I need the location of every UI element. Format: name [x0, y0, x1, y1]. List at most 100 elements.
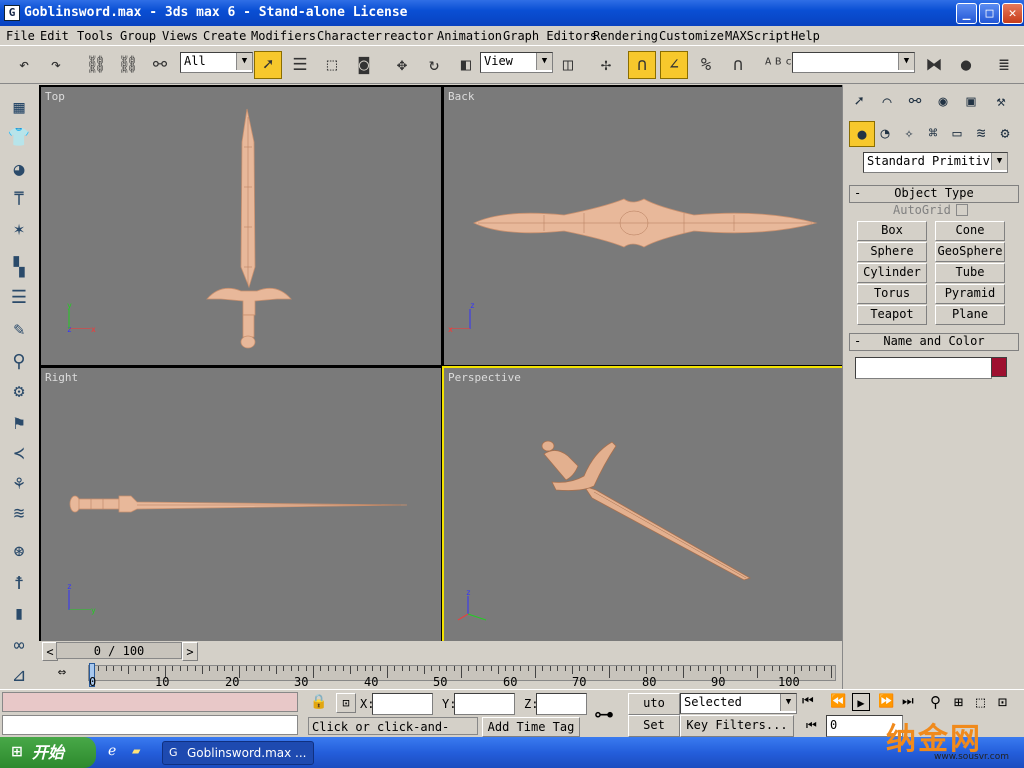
viewport-right[interactable]: Right z y: [39, 366, 443, 648]
box-icon[interactable]: ▦: [6, 95, 32, 121]
geometry-icon[interactable]: ●: [849, 121, 875, 147]
unlink-icon[interactable]: ⛓: [114, 51, 142, 79]
globe-icon[interactable]: ⊛: [6, 539, 32, 565]
select-and-scale-icon[interactable]: ◧: [452, 51, 480, 79]
set-key-button[interactable]: Set Key: [628, 715, 680, 750]
geosphere-button[interactable]: GeoSphere: [935, 242, 1005, 262]
mirror-icon[interactable]: ⧓: [920, 51, 948, 79]
category-dropdown[interactable]: Standard Primitiv ▼: [863, 152, 1008, 173]
autogrid-checkbox[interactable]: [956, 204, 968, 216]
selection-filter-dropdown[interactable]: All ▼: [180, 52, 253, 73]
next-frame-button[interactable]: >: [182, 642, 198, 661]
space-warps-icon[interactable]: ≋: [969, 121, 993, 145]
menu-modifiers[interactable]: Modifiers: [251, 29, 316, 43]
menu-edit[interactable]: Edit: [40, 29, 69, 43]
bind-space-warp-icon[interactable]: ⚯: [146, 51, 174, 79]
absolute-mode-icon[interactable]: ⊡: [336, 693, 356, 713]
lock-icon[interactable]: 🔒: [310, 694, 327, 710]
teapot-button[interactable]: Teapot: [857, 305, 927, 325]
tube-button[interactable]: Tube: [935, 263, 1005, 283]
viewport-back[interactable]: Back z x: [442, 85, 844, 367]
taskbar-item-3dsmax[interactable]: G Goblinsword.max ...: [162, 741, 314, 765]
cone-button[interactable]: Cone: [935, 221, 1005, 241]
play-icon[interactable]: ▶: [852, 693, 870, 711]
undo-icon[interactable]: ↶: [10, 51, 38, 79]
systems-icon[interactable]: ⚙: [993, 121, 1017, 145]
ramp-icon[interactable]: ⊿: [6, 663, 32, 689]
align-icon[interactable]: ●: [952, 51, 980, 79]
named-selection-dropdown[interactable]: ▼: [792, 52, 915, 73]
torus-button[interactable]: Torus: [857, 284, 927, 304]
menu-tools[interactable]: Tools: [77, 29, 113, 43]
menu-help[interactable]: Help: [791, 29, 820, 43]
link-icon[interactable]: ∞: [6, 633, 32, 659]
lights-icon[interactable]: ✧: [897, 121, 921, 145]
zoom-all-icon[interactable]: ⊞: [954, 693, 963, 711]
edit-named-selections-icon[interactable]: ᴬᴮᶜ: [762, 51, 794, 79]
cylinder-button[interactable]: Cylinder: [857, 263, 927, 283]
select-and-link-icon[interactable]: ⛓: [82, 51, 110, 79]
figure-icon[interactable]: ⚘: [6, 471, 32, 497]
select-and-rotate-icon[interactable]: ↻: [420, 51, 448, 79]
layer-manager-icon[interactable]: ≣: [990, 51, 1018, 79]
start-button[interactable]: ⊞ 开始: [0, 737, 96, 768]
angle-snap-icon[interactable]: ∠: [660, 51, 688, 79]
shapes-icon[interactable]: ◔: [873, 121, 897, 145]
object-name-field[interactable]: [855, 357, 992, 379]
viewport-perspective[interactable]: Perspective z: [442, 366, 844, 648]
reference-coord-dropdown[interactable]: View ▼: [480, 52, 553, 73]
shirt-icon[interactable]: 👕: [6, 125, 32, 151]
plane-button[interactable]: Plane: [935, 305, 1005, 325]
menu-animation[interactable]: Animation: [437, 29, 502, 43]
waves-icon[interactable]: ≋: [6, 501, 32, 527]
key-filters-button[interactable]: Key Filters...: [680, 715, 794, 737]
name-and-color-rollout[interactable]: - Name and Color: [849, 333, 1019, 351]
menu-maxscript[interactable]: MAXScript: [725, 29, 790, 43]
object-type-rollout[interactable]: - Object Type: [849, 185, 1019, 203]
box-button[interactable]: Box: [857, 221, 927, 241]
select-and-manipulate-icon[interactable]: ✢: [592, 51, 620, 79]
utilities-tab-icon[interactable]: ⚒: [989, 89, 1013, 113]
maxscript-output-mini[interactable]: [2, 715, 298, 735]
curve-editor-icon[interactable]: ⇔: [52, 664, 72, 682]
menu-character[interactable]: Character: [317, 29, 382, 43]
fish-icon[interactable]: ≺: [6, 441, 32, 467]
pyramid-button[interactable]: Pyramid: [935, 284, 1005, 304]
hierarchy-tab-icon[interactable]: ⚯: [903, 89, 927, 113]
next-key-icon[interactable]: ⏩: [878, 694, 894, 709]
wrench-icon[interactable]: ⚲: [6, 349, 32, 375]
percent-snap-icon[interactable]: %: [692, 51, 720, 79]
go-to-end-icon[interactable]: ⏭: [902, 694, 914, 709]
menu-customize[interactable]: Customize: [659, 29, 724, 43]
redo-icon[interactable]: ↷: [42, 51, 70, 79]
ie-icon[interactable]: ℯ: [108, 743, 116, 759]
create-tab-icon[interactable]: ➚: [847, 89, 871, 113]
sphere-button[interactable]: Sphere: [857, 242, 927, 262]
object-color-swatch[interactable]: [991, 357, 1007, 377]
previous-key-icon[interactable]: ⏪: [830, 694, 846, 709]
auto-key-button[interactable]: uto Key: [628, 693, 680, 728]
checker-icon[interactable]: ▚: [6, 255, 32, 281]
time-slider-thumb[interactable]: 0 / 100: [56, 642, 182, 659]
biped-icon[interactable]: ☨: [6, 571, 32, 597]
sphere-icon[interactable]: ◕: [6, 157, 32, 183]
x-coordinate-field[interactable]: [372, 693, 433, 715]
menu-graph-editors[interactable]: Graph Editors: [503, 29, 597, 43]
menu-views[interactable]: Views: [162, 29, 198, 43]
display-tab-icon[interactable]: ▣: [959, 89, 983, 113]
modify-tab-icon[interactable]: ⌒: [875, 89, 899, 113]
y-coordinate-field[interactable]: [454, 693, 515, 715]
minimize-button[interactable]: _: [956, 3, 977, 24]
gear-icon[interactable]: ⚙: [6, 379, 32, 405]
menu-rendering[interactable]: Rendering: [593, 29, 658, 43]
pivot-center-icon[interactable]: ◫: [554, 51, 582, 79]
spinner-snap-icon[interactable]: ∩: [724, 51, 752, 79]
app-icon[interactable]: G: [4, 5, 20, 21]
menu-reactor[interactable]: reactor: [383, 29, 434, 43]
menu-file[interactable]: File: [6, 29, 35, 43]
snaps-toggle-icon[interactable]: ∩: [628, 51, 656, 79]
select-object-icon[interactable]: ➚: [254, 51, 282, 79]
window-crossing-icon[interactable]: ◙: [350, 51, 378, 79]
cloth-icon[interactable]: ▮: [6, 601, 32, 627]
motion-tab-icon[interactable]: ◉: [931, 89, 955, 113]
